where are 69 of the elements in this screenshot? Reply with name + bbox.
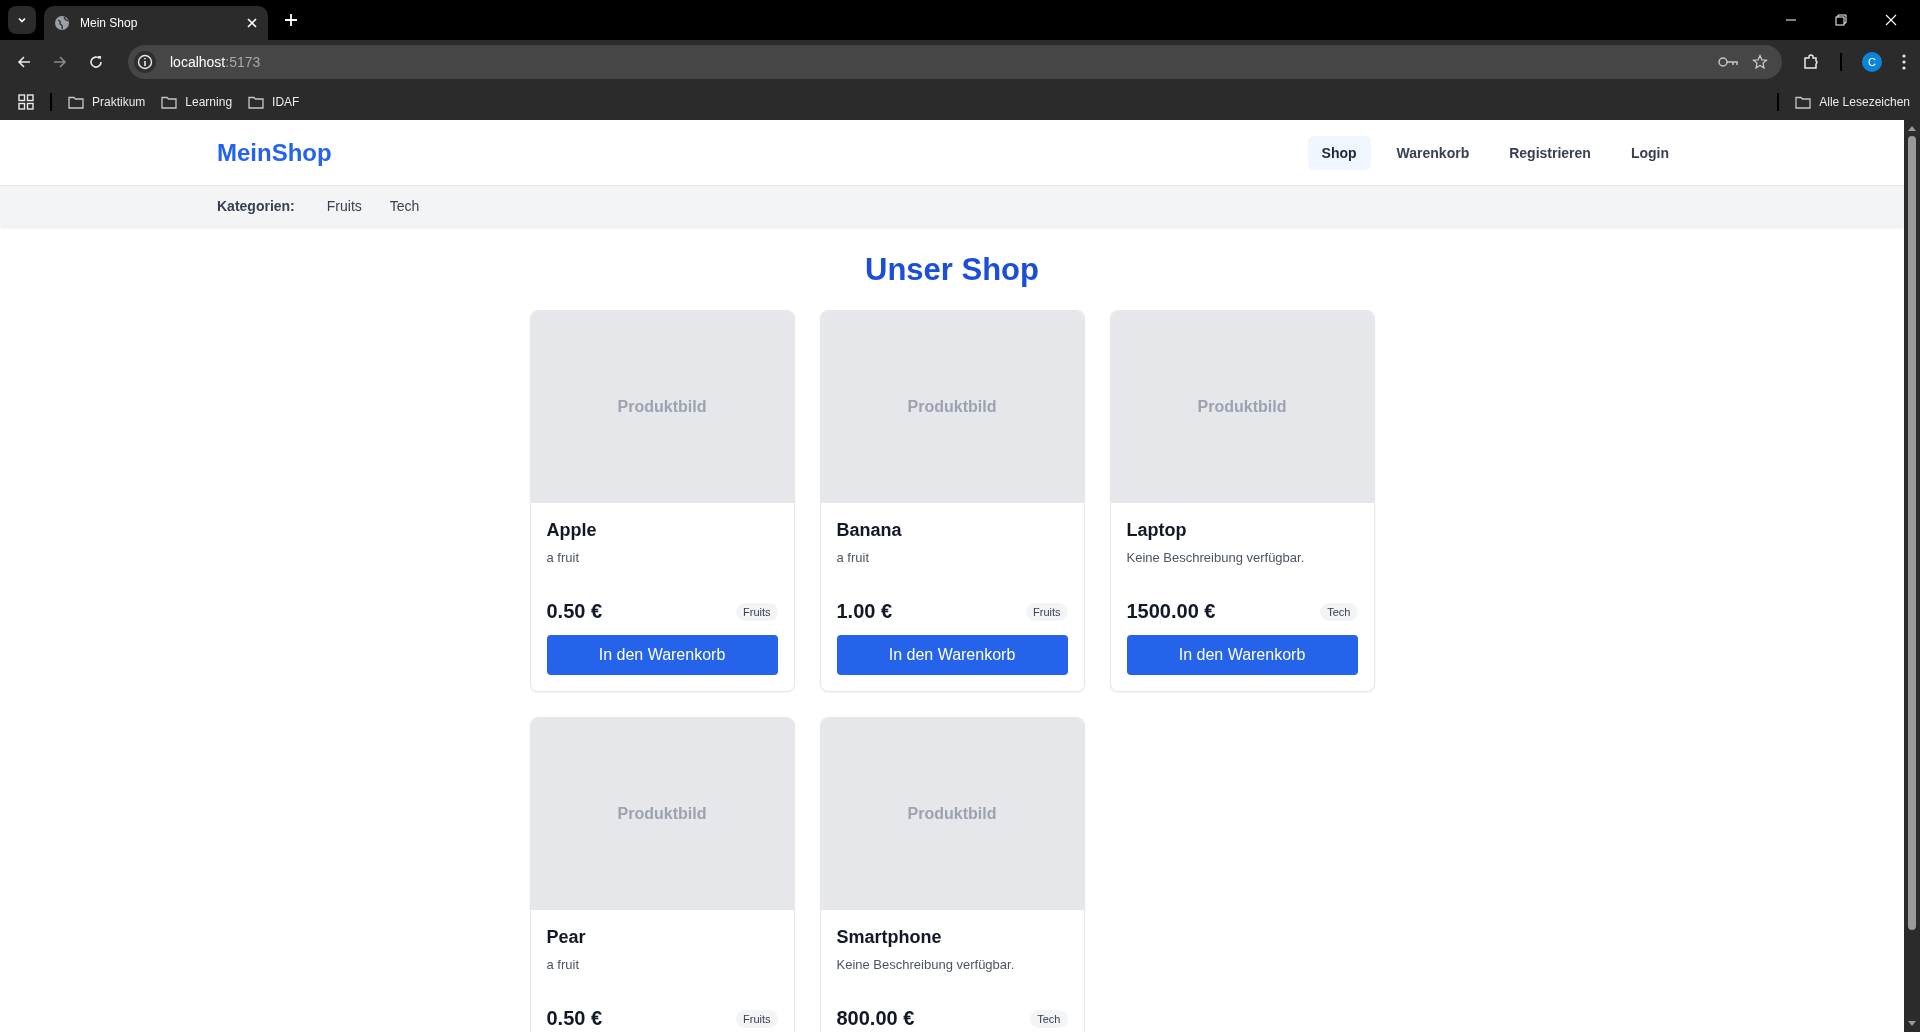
- scroll-down-icon[interactable]: [1907, 1020, 1917, 1028]
- bookmark-item[interactable]: Alle Lesezeichen: [1795, 95, 1910, 109]
- folder-icon: [1795, 95, 1812, 109]
- product-price: 0.50 €: [546, 1007, 603, 1030]
- product-price: 1500.00 €: [1126, 600, 1216, 623]
- placeholder-text: Produktbild: [1197, 398, 1287, 416]
- key-icon[interactable]: [1718, 56, 1738, 68]
- browser-tab[interactable]: Mein Shop: [44, 6, 268, 40]
- product-price: 0.50 €: [546, 600, 603, 623]
- category-link[interactable]: Tech: [389, 198, 420, 214]
- scrollbar[interactable]: [1904, 120, 1920, 1032]
- product-name: Laptop: [1126, 520, 1188, 541]
- forward-arrow-icon[interactable]: [52, 54, 68, 70]
- profile-avatar[interactable]: C: [1862, 52, 1882, 72]
- star-icon[interactable]: [1752, 54, 1768, 70]
- category-link[interactable]: Fruits: [326, 198, 362, 214]
- close-icon[interactable]: [1884, 13, 1898, 27]
- url-text: localhost:5173: [170, 54, 261, 70]
- folder-icon: [161, 95, 178, 109]
- product-description: a fruit: [836, 550, 870, 567]
- nav-link[interactable]: Login: [1616, 135, 1683, 170]
- restore-icon[interactable]: [1834, 13, 1848, 27]
- product-description: Keine Beschreibung verfügbar.: [1126, 550, 1306, 567]
- globe-icon: [54, 15, 70, 31]
- product-description: Keine Beschreibung verfügbar.: [836, 957, 1016, 974]
- address-bar[interactable]: localhost:5173: [128, 45, 1782, 79]
- category-tag: Tech: [1320, 602, 1358, 621]
- product-name: Pear: [546, 927, 587, 948]
- product-description: a fruit: [546, 957, 580, 974]
- product-name: Apple: [546, 520, 598, 541]
- placeholder-text: Produktbild: [617, 398, 707, 416]
- product-name: Smartphone: [836, 927, 943, 948]
- puzzle-icon[interactable]: [1802, 53, 1820, 71]
- category-tag: Fruits: [736, 602, 778, 621]
- more-vertical-icon[interactable]: [1902, 54, 1906, 70]
- tab-list-button[interactable]: [8, 6, 36, 34]
- nav-link[interactable]: Warenkorb: [1382, 135, 1484, 170]
- folder-icon: [68, 95, 84, 109]
- placeholder-text: Produktbild: [907, 398, 997, 416]
- bookmark-item[interactable]: IDAF: [248, 95, 300, 109]
- category-tag: Tech: [1030, 1009, 1068, 1028]
- placeholder-text: Produktbild: [617, 805, 707, 823]
- add-to-cart-button[interactable]: In den Warenkorb: [1126, 635, 1358, 675]
- tab-title: Mein Shop: [80, 16, 139, 30]
- folder-icon: [248, 95, 265, 109]
- product-description: a fruit: [546, 550, 580, 567]
- bookmark-item[interactable]: Praktikum: [68, 95, 146, 109]
- category-tag: Fruits: [1026, 602, 1068, 621]
- apps-grid-icon[interactable]: [18, 94, 34, 110]
- close-icon[interactable]: [246, 17, 258, 29]
- nav-link[interactable]: Registrieren: [1495, 135, 1605, 170]
- nav-link[interactable]: Shop: [1307, 135, 1371, 170]
- product-price: 1.00 €: [836, 600, 893, 623]
- info-icon: [134, 51, 156, 73]
- bookmark-item[interactable]: Learning: [161, 95, 233, 109]
- categories-label: Kategorien:: [217, 198, 295, 214]
- placeholder-text: Produktbild: [907, 805, 997, 823]
- product-name: Banana: [836, 520, 903, 541]
- shop-logo[interactable]: MeinShop: [217, 138, 332, 167]
- new-tab-icon[interactable]: [284, 13, 298, 27]
- category-tag: Fruits: [736, 1009, 778, 1028]
- back-arrow-icon[interactable]: [16, 54, 32, 70]
- reload-icon[interactable]: [88, 54, 104, 70]
- add-to-cart-button[interactable]: In den Warenkorb: [836, 635, 1068, 675]
- scrollbar-thumb[interactable]: [1908, 136, 1916, 930]
- page-heading: Unser Shop: [864, 252, 1040, 288]
- product-price: 800.00 €: [836, 1007, 915, 1030]
- add-to-cart-button[interactable]: In den Warenkorb: [546, 635, 778, 675]
- scroll-up-icon[interactable]: [1907, 124, 1917, 132]
